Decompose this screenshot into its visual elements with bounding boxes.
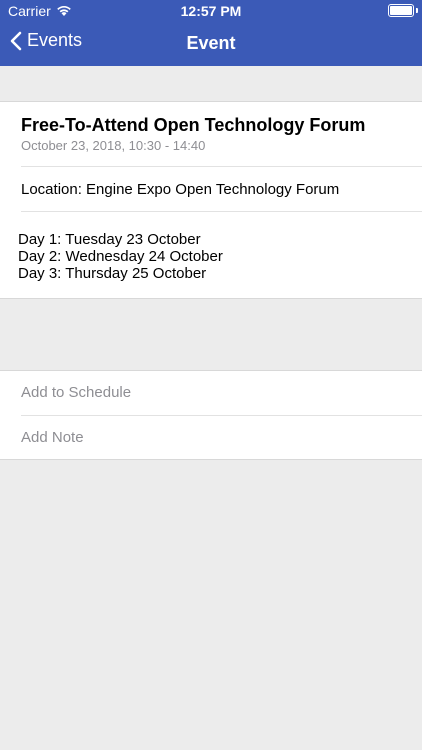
divider bbox=[21, 415, 422, 416]
event-day: Day 2: Wednesday 24 October bbox=[18, 248, 223, 265]
status-time: 12:57 PM bbox=[180, 3, 242, 19]
event-location: Location: Engine Expo Open Technology Fo… bbox=[21, 181, 340, 198]
battery-icon bbox=[388, 4, 414, 17]
event-title: Free-To-Attend Open Technology Forum bbox=[21, 115, 366, 135]
page-title: Event bbox=[186, 33, 236, 53]
event-date: October 23, 2018, 10:30 - 14:40 bbox=[21, 138, 206, 153]
event-days: Day 1: Tuesday 23 October Day 2: Wednesd… bbox=[18, 231, 223, 282]
add-note-button[interactable]: Add Note bbox=[21, 429, 84, 446]
event-actions: Add to Schedule Add Note bbox=[0, 370, 422, 460]
event-day: Day 3: Thursday 25 October bbox=[18, 265, 207, 282]
divider bbox=[21, 166, 422, 167]
event-day: Day 1: Tuesday 23 October bbox=[18, 231, 201, 248]
add-to-schedule-button[interactable]: Add to Schedule bbox=[21, 384, 131, 401]
event-details-card: Free-To-Attend Open Technology Forum Oct… bbox=[0, 101, 422, 299]
status-bar: Carrier 12:57 PM bbox=[0, 0, 422, 22]
divider bbox=[21, 211, 422, 212]
navigation-bar: Events Event bbox=[0, 22, 422, 66]
battery-tip bbox=[416, 8, 418, 13]
top-bar: Carrier 12:57 PM Events Event bbox=[0, 0, 422, 66]
